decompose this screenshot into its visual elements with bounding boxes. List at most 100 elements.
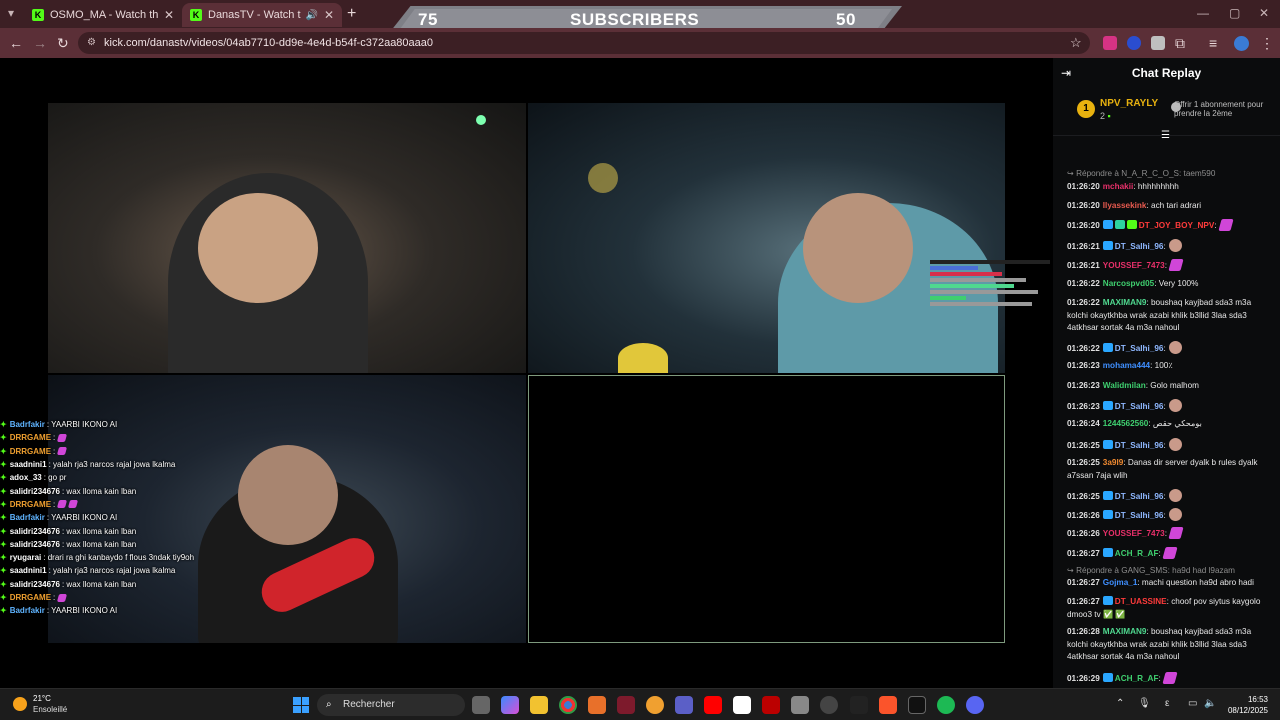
- overlay-chat-text: :: [53, 499, 56, 509]
- chat-username[interactable]: Ilyassekink: [1103, 201, 1147, 210]
- chat-username[interactable]: DT_Salhi_96: [1115, 441, 1164, 450]
- file-explorer-icon[interactable]: [530, 696, 548, 714]
- chat-username[interactable]: ACH_R_AF: [1115, 549, 1159, 558]
- chat-username[interactable]: MAXIMAN9: [1103, 627, 1147, 636]
- badge-icon: ✦: [0, 420, 7, 430]
- sun-weather-icon[interactable]: [13, 697, 27, 711]
- overlay-chat-user: saadnini1: [9, 460, 47, 470]
- forward-arrow-icon[interactable]: →: [33, 35, 47, 51]
- reload-icon[interactable]: ↻: [57, 35, 69, 52]
- chat-username[interactable]: DT_Salhi_96: [1115, 344, 1164, 353]
- firefox-icon[interactable]: [646, 696, 664, 714]
- tab-osmo[interactable]: K OSMO_MA - Watch the VOD o ✕: [24, 3, 182, 27]
- chat-username[interactable]: MAXIMAN9: [1103, 298, 1147, 307]
- weather-description: Ensoleillé: [33, 705, 68, 714]
- close-tab-icon[interactable]: ✕: [324, 8, 334, 22]
- extension-icon[interactable]: [1127, 36, 1141, 50]
- extension-icon[interactable]: [1103, 36, 1117, 50]
- site-info-icon[interactable]: ⚙: [87, 32, 96, 54]
- tab-danastv[interactable]: K DanasTV - Watch the VOD o 🔊 ✕: [182, 3, 342, 27]
- extensions-puzzle-icon[interactable]: ⧉: [1175, 35, 1185, 52]
- close-window-icon[interactable]: ✕: [1259, 6, 1269, 20]
- chat-username[interactable]: 1244562560: [1103, 419, 1149, 428]
- chat-username[interactable]: DT_Salhi_96: [1115, 492, 1164, 501]
- app-icon[interactable]: [820, 696, 838, 714]
- keyboard-language[interactable]: ε: [1165, 698, 1169, 709]
- chat-timestamp: 01:26:23: [1067, 402, 1100, 411]
- media-controls-icon[interactable]: ≡: [1209, 35, 1217, 51]
- url-text: kick.com/danastv/videos/04ab7710-dd9e-4e…: [104, 37, 434, 49]
- taskbar-search[interactable]: ⌕ Rechercher: [317, 694, 465, 716]
- youtube-icon[interactable]: [704, 696, 722, 714]
- badge-icon: ✦: [0, 473, 7, 483]
- brave-icon[interactable]: [879, 696, 897, 714]
- network-icon[interactable]: ▭: [1188, 698, 1197, 709]
- new-tab-button[interactable]: +: [347, 5, 356, 23]
- chat-username[interactable]: YOUSSEF_7473: [1103, 529, 1165, 538]
- chat-timestamp: 01:26:27: [1067, 578, 1100, 587]
- chat-message: 01:26:26 YOUSSEF_7473:: [1067, 527, 1273, 541]
- microphone-icon[interactable]: 🎙: [1138, 698, 1151, 709]
- chat-username[interactable]: Narcospvd05: [1103, 279, 1154, 288]
- gift-leaderboard[interactable]: 1 NPV_RAYLY 2 ▪ Offrir 1 abonnement pour…: [1053, 88, 1280, 136]
- chat-username[interactable]: mchakii: [1103, 182, 1134, 191]
- emote-icon: [57, 433, 68, 442]
- task-view-icon[interactable]: [472, 696, 490, 714]
- teams-icon[interactable]: [675, 696, 693, 714]
- chat-username[interactable]: YOUSSEF_7473: [1103, 261, 1165, 270]
- chat-timestamp: 01:26:21: [1067, 242, 1100, 251]
- chat-message: 01:26:23 DT_Salhi_96:: [1067, 399, 1273, 414]
- discord-icon[interactable]: [966, 696, 984, 714]
- chat-text: :: [1164, 261, 1167, 270]
- maximize-icon[interactable]: ▢: [1229, 6, 1240, 20]
- tray-chevron-up-icon[interactable]: ⌃: [1116, 698, 1124, 709]
- windows-taskbar: 21°C Ensoleillé ⌕ Rechercher ⌃ 🎙 ε ▭ 🔈 1…: [0, 688, 1280, 720]
- app-icon[interactable]: [850, 696, 868, 714]
- chat-timestamp: 01:26:25: [1067, 492, 1100, 501]
- gift-offer-text[interactable]: Offrir 1 abonnement pour prendre la 2ème: [1174, 100, 1280, 118]
- chat-username[interactable]: 3a9l9: [1103, 458, 1124, 467]
- badge-icon: ✦: [0, 593, 7, 602]
- close-tab-icon[interactable]: ✕: [164, 8, 174, 22]
- spotify-icon[interactable]: [937, 696, 955, 714]
- app-icon[interactable]: [588, 696, 606, 714]
- chat-username[interactable]: DT_Salhi_96: [1115, 402, 1164, 411]
- badge-icon: ✦: [0, 513, 7, 523]
- tab-search-icon[interactable]: ▾: [8, 6, 14, 20]
- chat-title: Chat Replay: [1131, 66, 1202, 80]
- extension-icon[interactable]: [1151, 36, 1165, 50]
- chat-text: :: [1163, 511, 1166, 520]
- badge-icon: ✦: [0, 433, 7, 443]
- start-windows-icon[interactable]: [293, 697, 309, 713]
- volume-icon[interactable]: 🔈: [1204, 698, 1216, 709]
- address-bar[interactable]: ⚙ kick.com/danastv/videos/04ab7710-dd9e-…: [78, 32, 1090, 54]
- overlay-chat-text: : YAARBI IKONO AI: [46, 420, 118, 430]
- copilot-icon[interactable]: [501, 696, 519, 714]
- minimize-icon[interactable]: —: [1197, 6, 1209, 20]
- chat-username[interactable]: Walidmilan: [1103, 381, 1146, 390]
- chat-username[interactable]: Gojma_1: [1103, 578, 1138, 587]
- chat-text: : machi question ha9d abro hadi: [1137, 578, 1254, 587]
- video-player[interactable]: ✦ Badrfakir: YAARBI IKONO AI ✦ DRRGAME: ✦ DRR…: [0, 58, 1053, 688]
- netflix-icon[interactable]: [762, 696, 780, 714]
- chat-reply-context[interactable]: ↪ Répondre à GANG_SMS: ha9d had l9azam: [1067, 565, 1273, 578]
- chat-username[interactable]: DT_Salhi_96: [1115, 511, 1164, 520]
- overlay-chat-user: DRRGAME: [9, 433, 52, 443]
- chat-username[interactable]: ACH_R_AF: [1115, 674, 1159, 683]
- menu-kebab-icon[interactable]: ⋮: [1260, 35, 1274, 52]
- app-icon[interactable]: [791, 696, 809, 714]
- bookmark-star-icon[interactable]: ☆: [1070, 35, 1082, 51]
- app-icon[interactable]: [617, 696, 635, 714]
- profile-avatar[interactable]: [1234, 36, 1249, 51]
- tradingview-icon[interactable]: [908, 696, 926, 714]
- chat-username[interactable]: DT_JOY_BOY_NPV: [1139, 221, 1215, 230]
- chrome-icon[interactable]: [559, 696, 577, 714]
- chat-username[interactable]: DT_Salhi_96: [1115, 242, 1164, 251]
- taskbar-clock[interactable]: 16:53 08/12/2025: [1224, 694, 1268, 716]
- speaker-icon[interactable]: 🔊: [305, 10, 317, 21]
- chat-username[interactable]: DT_UASSINE: [1115, 597, 1167, 606]
- back-arrow-icon[interactable]: ←: [9, 35, 23, 51]
- app-icon[interactable]: [733, 696, 751, 714]
- chat-reply-context[interactable]: ↪ Répondre à N_A_R_C_O_S: taem590: [1067, 168, 1273, 181]
- chat-username[interactable]: mohama444: [1103, 361, 1150, 370]
